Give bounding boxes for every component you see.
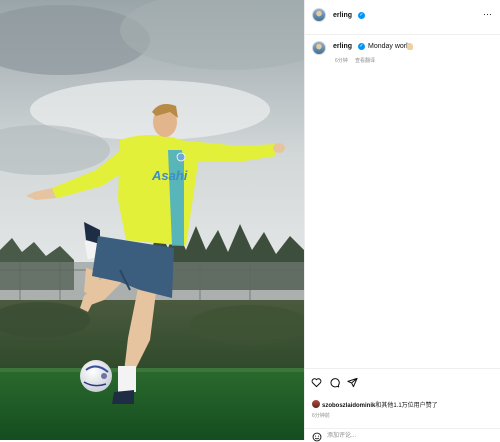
post-sidebar: erling ✓ ⋯ erling ✓ Monday work 6分钟 查看翻译… [304,0,500,442]
header-username[interactable]: erling [333,12,352,19]
post-timestamp: 6分钟前 [312,413,330,419]
photo-image: Asahi [0,0,304,440]
svg-text:Asahi: Asahi [151,168,188,183]
verified-icon: ✓ [358,43,365,50]
verified-icon: ✓ [358,12,365,19]
more-options-icon[interactable]: ⋯ [483,9,492,20]
avatar[interactable] [312,8,326,22]
caption-avatar[interactable] [312,41,326,55]
emoji-icon[interactable] [312,432,322,442]
post-header: erling ✓ ⋯ [305,0,500,35]
flexed-biceps-icon [407,43,413,50]
translate-link[interactable]: 查看翻译 [355,57,375,64]
heart-icon[interactable] [311,377,322,388]
likes-suffix: 和其他1.1万位用户赞了 [375,403,438,409]
caption-text: Monday work [368,43,410,50]
likes-summary: szoboszlaidominik和其他1.1万位用户赞了 [322,400,438,409]
liker-avatar[interactable] [312,400,320,408]
comment-icon[interactable] [329,377,340,388]
post-photo[interactable]: Asahi [0,0,304,440]
share-icon[interactable] [347,377,358,388]
caption-username[interactable]: erling [333,43,352,50]
likes-username[interactable]: szoboszlaidominik [322,403,375,409]
post-time: 6分钟 [335,58,348,64]
comment-bar [305,428,500,442]
